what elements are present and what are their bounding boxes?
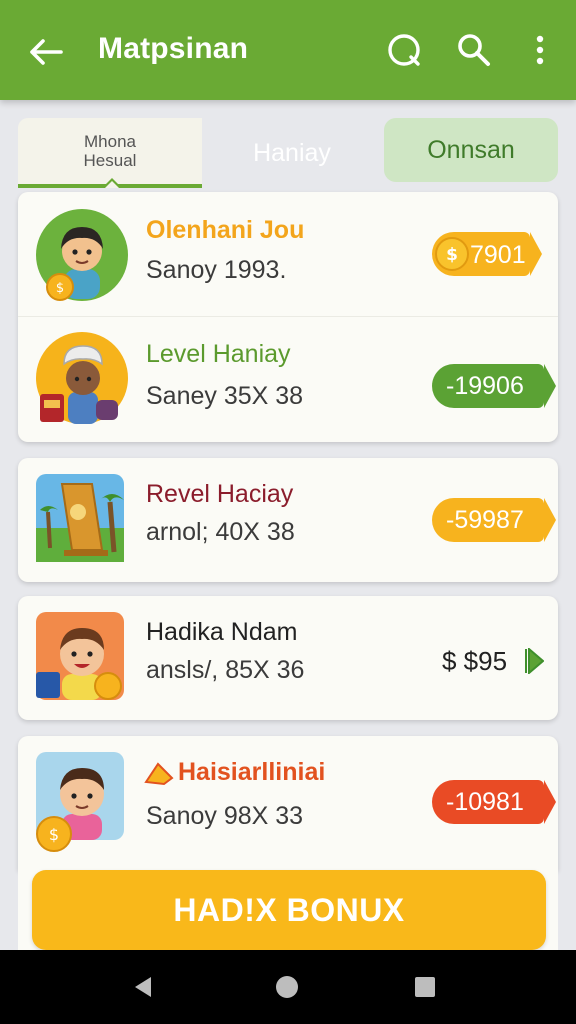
row-title: Revel Haciay	[146, 480, 294, 508]
row-subtitle: Sanoy 98X 33	[146, 802, 304, 830]
tab-line2: Hesual	[83, 151, 137, 170]
tab-haniay[interactable]: Haniay	[202, 118, 382, 188]
avatar-happy-kid-icon	[34, 610, 126, 702]
row-title: Level Haniay	[146, 340, 291, 368]
svg-text:$: $	[49, 825, 59, 844]
row-subtitle: ansls/, 85X 36	[146, 656, 305, 684]
system-nav-bar	[0, 950, 576, 1024]
coin-icon: $	[435, 237, 469, 271]
reward-card: $ Olenhani Jou Sanoy 1993. $ 7901 Level …	[18, 192, 558, 442]
row-title: Hadika Ndam	[146, 618, 298, 646]
tab-label: Onnsan	[427, 135, 515, 164]
nav-home-icon[interactable]	[272, 972, 302, 1002]
svg-text:$: $	[446, 245, 458, 265]
reward-card: Hadika Ndam ansls/, 85X 36 $ $95	[18, 596, 558, 720]
list-item[interactable]: $ Haisiarlliniai Sanoy 98X 33 -10981	[18, 736, 558, 860]
amount-text: -59987	[446, 505, 524, 534]
bonus-button[interactable]: HAD!X BONUX	[32, 870, 546, 950]
amount-pill: -19906	[432, 364, 556, 408]
row-title: Haisiarlliniai	[178, 758, 326, 786]
app-bar: Matpsinan	[0, 0, 576, 100]
avatar-boy-coin-icon: $	[34, 207, 130, 303]
nav-recents-icon[interactable]	[410, 972, 440, 1002]
app-title: Matpsinan	[98, 32, 249, 65]
tab-onnsan[interactable]: Onnsan	[384, 118, 558, 182]
svg-text:$: $	[56, 281, 64, 296]
row-subtitle: Sanoy 1993.	[146, 256, 287, 284]
reward-card: $ Haisiarlliniai Sanoy 98X 33 -10981	[18, 736, 558, 870]
amount-pill: -10981	[432, 780, 556, 824]
reward-card: Revel Haciay arnol; 40X 38 -59987	[18, 458, 558, 582]
row-title: Olenhani Jou	[146, 216, 305, 244]
tab-line1: Mhona	[84, 132, 136, 151]
amount-text: $ $95	[442, 646, 508, 676]
play-arrow-icon[interactable]	[524, 646, 545, 679]
flame-icon	[144, 760, 174, 791]
search-icon[interactable]	[454, 30, 494, 70]
avatar-beach-tablet-icon	[34, 472, 126, 564]
list-item[interactable]: Level Haniay Saney 35X 38 -19906	[18, 318, 558, 442]
avatar-kid-coin-icon: $	[34, 750, 126, 854]
list-item[interactable]: $ Olenhani Jou Sanoy 1993. $ 7901	[18, 192, 558, 316]
refresh-icon[interactable]	[384, 30, 424, 70]
amount-pill: $ 7901	[432, 232, 542, 276]
row-subtitle: arnol; 40X 38	[146, 518, 295, 546]
avatar-chef-icon	[34, 330, 130, 426]
amount-text: 7901	[470, 241, 526, 269]
row-subtitle: Saney 35X 38	[146, 382, 304, 410]
divider	[18, 316, 558, 317]
more-vert-icon[interactable]	[520, 30, 560, 70]
amount-text: -10981	[446, 787, 524, 816]
tab-bar: Mhona Hesual Haniay Onnsan	[18, 118, 558, 188]
tab-hesual[interactable]: Mhona Hesual	[18, 118, 202, 188]
tab-label: Haniay	[253, 138, 331, 167]
amount-text: -19906	[446, 371, 524, 400]
list-item[interactable]: Hadika Ndam ansls/, 85X 36 $ $95	[18, 596, 558, 720]
nav-back-icon[interactable]	[128, 972, 158, 1002]
list-item[interactable]: Revel Haciay arnol; 40X 38 -59987	[18, 458, 558, 582]
amount-pill: -59987	[432, 498, 556, 542]
back-arrow-icon[interactable]	[26, 32, 66, 72]
tab-indicator-caret-inner	[105, 181, 119, 188]
